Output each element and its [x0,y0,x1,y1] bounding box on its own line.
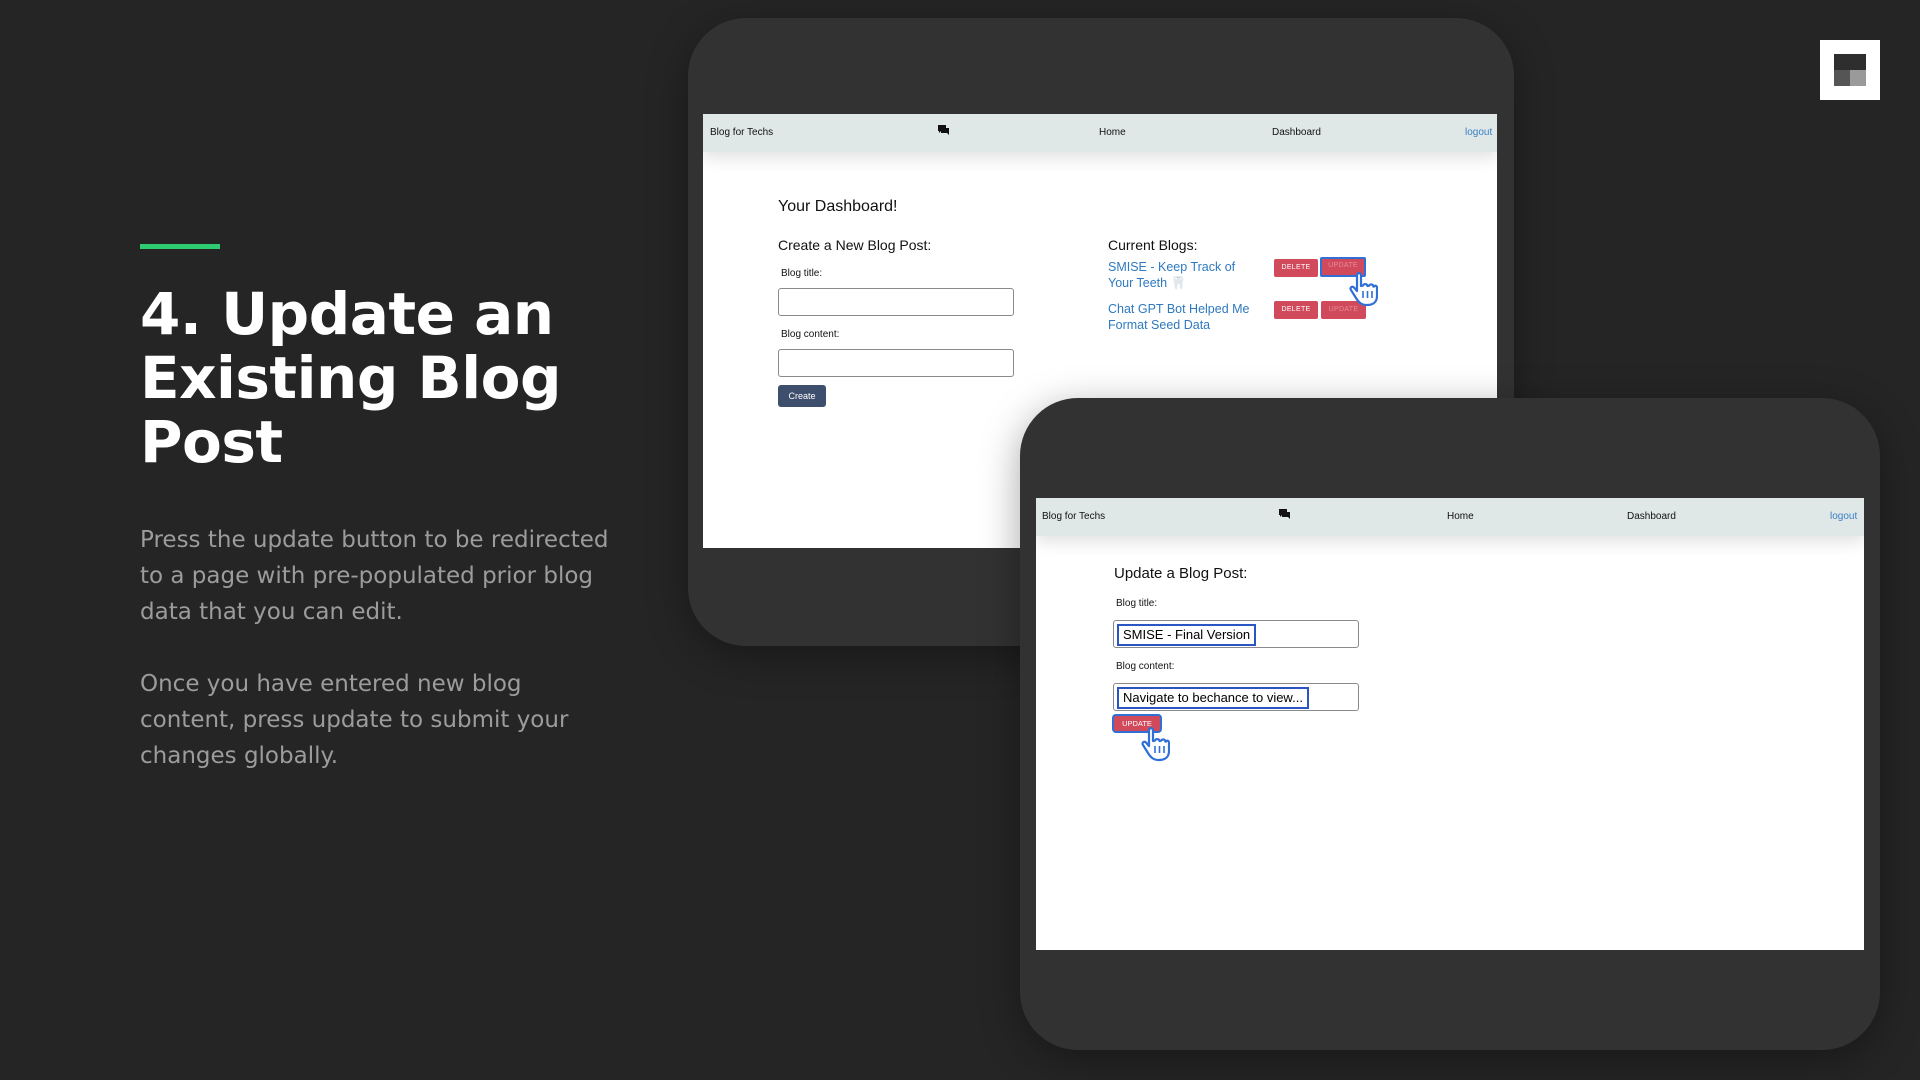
blog-content-label: Blog content: [781,329,840,340]
update-heading: Update a Blog Post: [1114,565,1248,582]
slide-paragraph-1: Press the update button to be redirected… [140,527,609,625]
update-screen: Blog for Techs Home Dashboard logout Upd… [1036,498,1864,950]
navbar: Blog for Techs Home Dashboard logout [703,114,1497,152]
hand-pointer-icon [1141,727,1170,762]
chat-icon [1279,509,1291,520]
nav-dashboard-link[interactable]: Dashboard [1272,127,1321,138]
delete-button-1[interactable]: DELETE [1274,259,1318,277]
slide-title: 4. Update an Existing Blog Post [140,280,562,476]
device-update: Blog for Techs Home Dashboard logout Upd… [1020,398,1880,1050]
navbar: Blog for Techs Home Dashboard logout [1036,498,1864,536]
hand-pointer-icon [1349,272,1378,307]
presentation-logo [1820,40,1880,100]
blog-title-input[interactable] [778,288,1014,316]
delete-button-2[interactable]: DELETE [1274,301,1318,319]
nav-brand[interactable]: Blog for Techs [1042,511,1105,522]
nav-brand[interactable]: Blog for Techs [710,127,773,138]
blog-link-1[interactable]: SMISE - Keep Track of Your Teeth 🦷 [1108,259,1235,291]
blog-link-2[interactable]: Chat GPT Bot Helped Me Format Seed Data [1108,301,1250,333]
nav-logout-link[interactable]: logout [1465,127,1492,138]
create-heading: Create a New Blog Post: [778,237,932,253]
current-blogs-heading: Current Blogs: [1108,237,1198,253]
blog-link-2-line1: Chat GPT Bot Helped Me [1108,302,1250,316]
blog-link-1-line1: SMISE - Keep Track of [1108,260,1236,274]
slide-paragraph-2: Once you have entered new blog content, … [140,671,569,769]
dashboard-heading: Your Dashboard! [778,198,898,215]
nav-dashboard-link[interactable]: Dashboard [1627,511,1676,522]
chat-icon [938,125,950,136]
tooth-icon: 🦷 [1170,276,1187,290]
blog-link-2-line2: Format Seed Data [1108,318,1211,332]
accent-line [140,244,220,249]
blog-content-value: Navigate to bechance to view... [1117,687,1309,709]
nav-logout-link[interactable]: logout [1830,511,1857,522]
blog-content-input[interactable] [778,349,1014,377]
create-button[interactable]: Create [778,385,826,407]
blog-link-1-line2: Your Teeth [1108,276,1168,290]
blog-content-label: Blog content: [1116,661,1175,672]
blog-title-label: Blog title: [781,268,823,279]
nav-home-link[interactable]: Home [1447,511,1474,522]
blog-title-label: Blog title: [1116,598,1158,609]
nav-home-link[interactable]: Home [1099,127,1126,138]
blog-title-input[interactable]: SMISE - Final Version [1113,620,1359,648]
blog-title-value: SMISE - Final Version [1117,624,1257,646]
blog-content-input[interactable]: Navigate to bechance to view... [1113,683,1359,711]
